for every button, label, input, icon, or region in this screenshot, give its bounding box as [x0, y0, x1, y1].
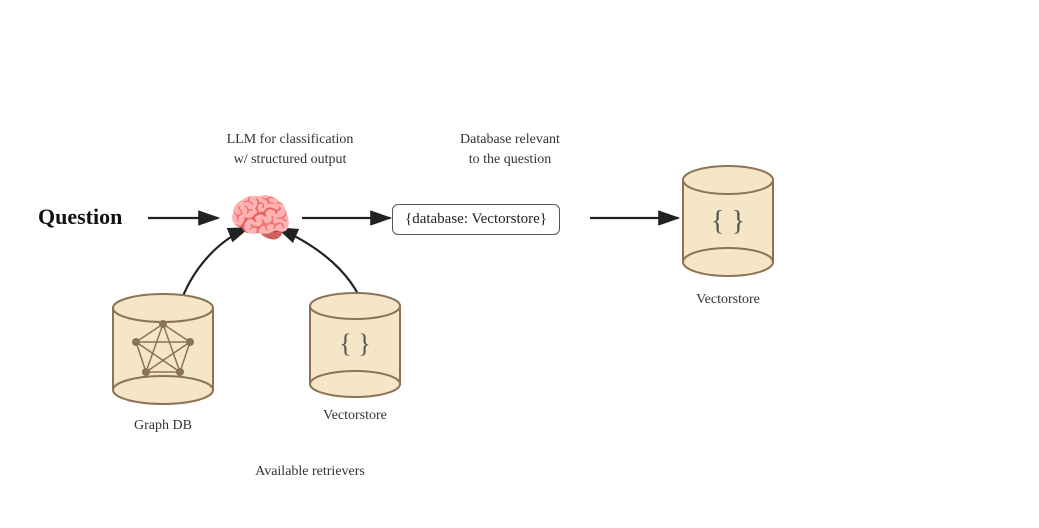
- vectorstore-right-cylinder: { }: [678, 162, 778, 282]
- vectorstore-right-label: Vectorstore: [678, 290, 778, 310]
- svg-text:{ }: { }: [339, 329, 370, 358]
- llm-label: LLM for classification w/ structured out…: [210, 130, 370, 169]
- available-retrievers-label: Available retrievers: [150, 462, 470, 482]
- brain-icon: 🧠: [228, 188, 293, 249]
- diagram-container: Question LLM for classification w/ struc…: [0, 0, 1039, 528]
- json-output-box: {database: Vectorstore}: [392, 204, 560, 235]
- vectorstore-bottom-cylinder: { }: [305, 290, 405, 400]
- graphdb-label: Graph DB: [108, 416, 218, 436]
- arrows-svg: [0, 0, 1039, 528]
- database-relevant-label: Database relevant to the question: [410, 130, 610, 169]
- question-label: Question: [38, 204, 122, 230]
- graphdb-cylinder: [108, 290, 218, 410]
- svg-text:{ }: { }: [711, 206, 745, 237]
- vectorstore-bottom-label: Vectorstore: [305, 406, 405, 426]
